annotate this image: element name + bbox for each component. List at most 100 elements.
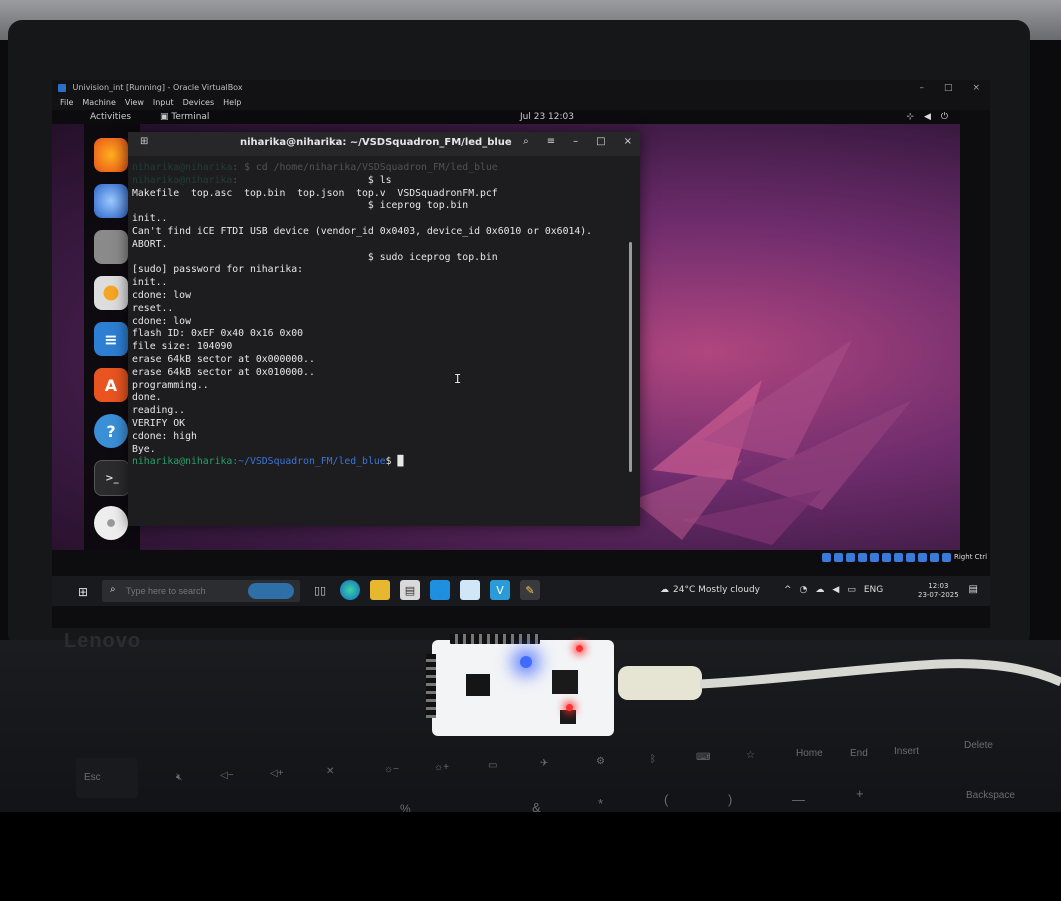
volume-icon[interactable]: ◀ [832, 585, 839, 595]
notification-icon[interactable]: ▤ [969, 584, 978, 595]
key-bluetooth-icon[interactable]: ᛒ [650, 754, 656, 765]
vbox-window-controls: – □ × [919, 80, 980, 96]
key-plus[interactable]: + [856, 786, 864, 801]
edge-icon[interactable] [340, 580, 360, 600]
laptop-screen: Univision_int [Running] - Oracle Virtual… [52, 80, 990, 628]
vbox-audio-icon[interactable] [846, 552, 855, 562]
firefox-icon[interactable] [94, 138, 128, 172]
host-date: 23-07-2025 [918, 591, 959, 599]
menu-input[interactable]: Input [153, 96, 174, 110]
wifi-icon[interactable]: ◔ [800, 585, 808, 595]
virtualbox-taskbar-icon[interactable]: ✎ [520, 580, 540, 600]
terminal-header: ⊞ niharika@niharika: ~/VSDSquadron_FM/le… [128, 132, 640, 156]
terminal-line: init.. [132, 277, 168, 289]
terminal-prompt-line[interactable]: niharika@niharika:~/VSDSquadron_FM/led_b… [132, 456, 403, 469]
key-keyboard-icon[interactable]: ⌨ [696, 752, 710, 763]
onedrive-icon[interactable]: ☁ [815, 585, 824, 595]
rhythmbox-icon[interactable] [94, 276, 128, 310]
terminal-maximize-button[interactable]: □ [596, 136, 605, 147]
flash-chip [560, 710, 576, 724]
menu-help[interactable]: Help [223, 96, 241, 110]
vscode-icon[interactable]: V [490, 580, 510, 600]
key-backspace[interactable]: Backspace [966, 790, 1015, 801]
terminal-minimize-button[interactable]: – [573, 136, 578, 147]
vbox-window-title: Univision_int [Running] - Oracle Virtual… [72, 83, 243, 92]
key-star-icon[interactable]: ☆ [746, 750, 755, 761]
weather-widget[interactable]: ☁ 24°C Mostly cloudy [660, 585, 760, 595]
key-esc-label: Esc [84, 772, 101, 783]
terminal-line: file size: 104090 [132, 341, 233, 353]
store-icon[interactable]: ▤ [400, 580, 420, 600]
key-asterisk[interactable]: * [598, 796, 603, 811]
terminal-line: Can't find iCE FTDI USB device (vendor_i… [132, 226, 593, 237]
vbox-network-icon[interactable] [858, 552, 867, 562]
terminal-close-button[interactable]: × [624, 136, 632, 147]
close-button[interactable]: × [972, 80, 980, 96]
key-end[interactable]: End [850, 748, 868, 759]
key-home[interactable]: Home [796, 748, 823, 759]
help-icon[interactable]: ? [94, 414, 128, 448]
vbox-usb-icon[interactable] [870, 552, 879, 562]
key-mute-icon[interactable]: 🔇︎ [176, 772, 182, 783]
windows-start-icon[interactable]: ⊞ [78, 585, 88, 599]
chevron-up-icon[interactable]: ^ [784, 585, 792, 595]
terminal-controls: ⌕ ≡ – □ × [523, 136, 632, 147]
cd-drive-icon[interactable] [94, 506, 128, 540]
fpga-chip [466, 674, 490, 696]
key-minus[interactable]: — [792, 792, 805, 807]
app-center-icon[interactable]: A [94, 368, 128, 402]
key-delete[interactable]: Delete [964, 740, 993, 751]
key-volume-up-icon[interactable]: ◁+ [270, 768, 284, 779]
files-icon[interactable] [94, 230, 128, 264]
gnome-clock[interactable]: Jul 23 12:03 [520, 110, 574, 124]
app-menu-terminal[interactable]: ▣ Terminal [160, 110, 209, 124]
thunderbird-icon[interactable] [94, 184, 128, 218]
file-explorer-icon[interactable] [370, 580, 390, 600]
usb-c-plug [618, 666, 702, 700]
libreoffice-writer-icon[interactable]: ≡ [94, 322, 128, 356]
vbox-keyboard-icon[interactable] [942, 552, 951, 562]
maximize-button[interactable]: □ [944, 80, 953, 96]
minimize-button[interactable]: – [919, 80, 924, 96]
vbox-shared-folder-icon[interactable] [882, 552, 891, 562]
terminal-output[interactable]: niharika@niharika: $ cd /home/niharika/V… [128, 162, 628, 522]
vbox-cpu-icon[interactable] [918, 552, 927, 562]
key-paren-left[interactable]: ( [664, 792, 668, 807]
vbox-display-icon[interactable] [894, 552, 903, 562]
battery-icon[interactable]: ▭ [847, 585, 856, 595]
terminal-scrollbar[interactable] [629, 242, 632, 472]
key-mic-mute-icon[interactable]: ✕ [326, 766, 334, 777]
activities-button[interactable]: Activities [90, 110, 131, 124]
language-indicator[interactable]: ENG [864, 585, 883, 595]
key-brightness-down-icon[interactable]: ☼− [384, 764, 399, 775]
vbox-hdd-icon[interactable] [822, 552, 831, 562]
key-settings-icon[interactable]: ⚙ [596, 756, 605, 767]
terminal-menu-icon[interactable]: ≡ [547, 136, 555, 147]
key-insert[interactable]: Insert [894, 746, 919, 757]
key-display-icon[interactable]: ▭ [488, 760, 497, 771]
terminal-line: init.. [132, 213, 168, 225]
menu-view[interactable]: View [125, 96, 144, 110]
taskbar-search[interactable]: ⌕ [102, 580, 300, 602]
menu-file[interactable]: File [60, 96, 73, 110]
new-tab-icon[interactable]: ⊞ [140, 136, 148, 147]
vbox-optical-icon[interactable] [834, 552, 843, 562]
key-brightness-up-icon[interactable]: ☼+ [434, 762, 449, 773]
key-paren-right[interactable]: ) [728, 792, 732, 807]
vbox-recording-icon[interactable] [906, 552, 915, 562]
vbox-mouse-icon[interactable] [930, 552, 939, 562]
key-volume-down-icon[interactable]: ◁− [220, 770, 234, 781]
menu-machine[interactable]: Machine [82, 96, 116, 110]
task-view-icon[interactable]: ▯▯ [310, 580, 330, 600]
key-airplane-icon[interactable]: ✈︎ [540, 758, 548, 769]
sticky-notes-icon[interactable] [460, 580, 480, 600]
search-input[interactable] [126, 584, 236, 598]
power-icon: ⏻ [940, 112, 948, 122]
terminal-icon[interactable]: >_ [94, 460, 130, 496]
terminal-search-icon[interactable]: ⌕ [523, 136, 529, 147]
gnome-system-tray[interactable]: ⊹ ◀ ⏻ [906, 110, 948, 124]
menu-devices[interactable]: Devices [183, 96, 215, 110]
terminal-window[interactable]: ⊞ niharika@niharika: ~/VSDSquadron_FM/le… [128, 132, 640, 526]
mail-icon[interactable] [430, 580, 450, 600]
host-clock[interactable]: 12:03 23-07-2025 [918, 582, 959, 600]
